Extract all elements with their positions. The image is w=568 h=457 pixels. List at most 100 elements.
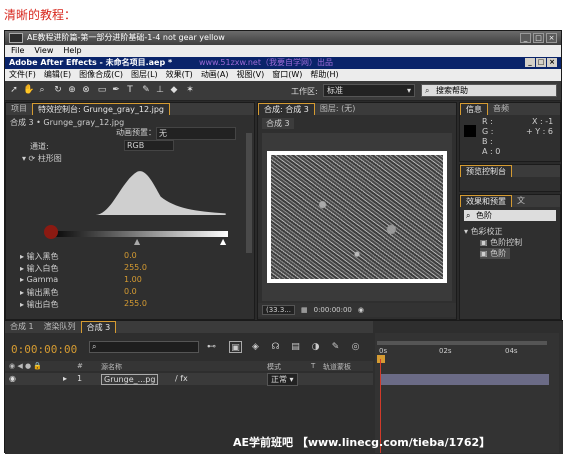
param-row[interactable]: ▸ 输入黑色 [20, 251, 59, 262]
param-value[interactable]: 255.0 [124, 263, 147, 272]
player-menu-help[interactable]: Help [63, 45, 81, 57]
visibility-eye-icon[interactable]: ◉ [9, 374, 16, 383]
expand-arrow-icon[interactable]: ▸ [63, 374, 67, 383]
tab-preview[interactable]: 预览控制台 [460, 165, 512, 177]
selection-tool-icon[interactable]: ➚ [9, 85, 19, 96]
effects-scrollbar[interactable] [246, 133, 252, 253]
input-white-handle-icon[interactable]: ▲ [220, 237, 226, 246]
comp-subtab[interactable]: 合成 3 [262, 118, 294, 129]
ae-minimize-icon[interactable]: _ [525, 58, 535, 67]
param-label: 输出白色 [26, 300, 59, 309]
info-y: + Y : 6 [526, 127, 554, 136]
effect-item[interactable]: ▣ 色阶 [480, 248, 511, 259]
gamma-handle-icon[interactable]: ▲ [134, 237, 140, 246]
input-black-handle-icon[interactable] [44, 225, 58, 239]
menu-edit[interactable]: 编辑(E) [44, 69, 71, 81]
text-tool-icon[interactable]: T [125, 85, 135, 96]
param-value[interactable]: 255.0 [124, 299, 147, 308]
mode-dropdown[interactable]: 正常 ▾ [267, 373, 298, 386]
param-row[interactable]: ▸ 输入白色 [20, 263, 59, 274]
tab-comp-1[interactable]: 合成 1 [5, 321, 39, 333]
param-row[interactable]: ▸ 输出白色 [20, 299, 59, 310]
histogram-toggle[interactable]: ▾ ⟳ 柱形图 [22, 153, 62, 164]
player-menu-view[interactable]: View [34, 45, 53, 57]
preset-dropdown[interactable]: 无 [156, 127, 236, 140]
zoom-tool-icon[interactable]: ⌕ [37, 85, 47, 96]
hide-shy-layers-icon[interactable]: ☊ [269, 341, 282, 353]
tab-effect-controls[interactable]: 特效控制台: Grunge_gray_12.jpg [32, 103, 170, 115]
param-value[interactable]: 0.0 [124, 287, 137, 296]
puppet-tool-icon[interactable]: ✶ [185, 85, 195, 96]
frame-blending-icon[interactable]: ▤ [289, 341, 302, 353]
clone-tool-icon[interactable]: ⊥ [155, 85, 165, 96]
workspace-select[interactable]: 标准 ▾ [323, 84, 415, 97]
ae-close-icon[interactable]: × [547, 58, 557, 67]
param-row[interactable]: ▸ 输出黑色 [20, 287, 59, 298]
tab-render-queue[interactable]: 渲染队列 [39, 321, 81, 333]
menu-window[interactable]: 窗口(W) [272, 69, 302, 81]
zoom-dropdown[interactable]: (33.3... [262, 305, 295, 315]
param-row[interactable]: ▸ Gamma [20, 275, 58, 284]
work-area-bar[interactable] [377, 341, 547, 345]
tab-info[interactable]: 信息 [460, 103, 488, 115]
mask-tool-icon[interactable]: ▭ [97, 85, 107, 96]
comp-viewer[interactable] [262, 133, 452, 301]
effect-label: 色阶 [490, 249, 507, 258]
menu-effect[interactable]: 效果(T) [166, 69, 193, 81]
menu-help[interactable]: 帮助(H) [310, 69, 338, 81]
ae-titlebar: Adobe After Effects - 未命名项目.aep * www.51… [5, 57, 561, 69]
grid-icon[interactable]: ▦ [301, 306, 308, 314]
camera-tool-icon[interactable]: ⊕ [67, 85, 77, 96]
tab-comp-3[interactable]: 合成 3 [80, 321, 117, 333]
brush-tool-icon[interactable]: ✎ [141, 85, 151, 96]
time-indicator-icon[interactable] [377, 355, 385, 363]
effect-item[interactable]: ▣ 色阶控制 [480, 237, 522, 248]
param-value[interactable]: 1.00 [124, 275, 142, 284]
graph-editor-icon[interactable]: ✎ [329, 341, 342, 353]
grunge-texture-image [271, 155, 443, 279]
effects-search-input[interactable]: ⌕ 色阶 [464, 210, 556, 221]
pan-behind-tool-icon[interactable]: ⊗ [81, 85, 91, 96]
effects-group[interactable]: ▾ 色彩校正 [464, 226, 503, 237]
hand-tool-icon[interactable]: ✋ [23, 85, 34, 96]
player-menu-file[interactable]: File [11, 45, 24, 57]
menu-composition[interactable]: 图像合成(C) [79, 69, 123, 81]
minimize-icon[interactable]: _ [520, 33, 531, 43]
camera-icon[interactable]: ◉ [358, 306, 364, 314]
tab-composition[interactable]: 合成: 合成 3 [258, 103, 315, 115]
channel-value: RGB [127, 141, 145, 150]
menu-view[interactable]: 视图(V) [237, 69, 265, 81]
current-time[interactable]: 0:00:00:00 [11, 343, 77, 356]
layer-duration-bar[interactable] [381, 374, 549, 385]
help-search-input[interactable]: ⌕ 搜索帮助 [421, 84, 557, 97]
layer-name[interactable]: Grunge_...pg [101, 374, 159, 385]
layer-search-input[interactable]: ⌕ [89, 341, 199, 353]
live-update-icon[interactable]: ▣ [229, 341, 242, 353]
menu-layer[interactable]: 图层(L) [131, 69, 158, 81]
motion-blur-icon[interactable]: ◑ [309, 341, 322, 353]
eraser-tool-icon[interactable]: ◆ [169, 85, 179, 96]
comp-mini-flowchart-icon[interactable]: ⊷ [205, 341, 218, 353]
pen-tool-icon[interactable]: ✒ [111, 85, 121, 96]
tab-text[interactable]: 文 [512, 195, 530, 207]
ae-restore-icon[interactable]: □ [536, 58, 546, 67]
param-value[interactable]: 0.0 [124, 251, 137, 260]
timecode-display[interactable]: 0:00:00:00 [314, 306, 352, 314]
menu-file[interactable]: 文件(F) [9, 69, 36, 81]
rotate-tool-icon[interactable]: ↻ [53, 85, 63, 96]
table-row[interactable]: ◉ ▸ 1 Grunge_...pg / fx 正常 ▾ [5, 373, 373, 386]
tab-audio[interactable]: 音频 [488, 103, 514, 115]
draft-3d-icon[interactable]: ◈ [249, 341, 262, 353]
zoom-value: (33.3... [266, 306, 291, 314]
brainstorm-icon[interactable]: ◎ [349, 341, 362, 353]
menu-animation[interactable]: 动画(A) [201, 69, 229, 81]
channel-dropdown[interactable]: RGB [124, 140, 174, 151]
maximize-icon[interactable]: □ [533, 33, 544, 43]
fx-switch-icon[interactable]: / fx [175, 374, 188, 383]
info-panel: 信息 音频 R : G : B : A : 0 X : -1 + Y : 6 [459, 102, 561, 162]
tab-effects-presets[interactable]: 效果和预置 [460, 195, 512, 207]
preset-value: 无 [159, 129, 167, 138]
tab-layer[interactable]: 图层: (无) [315, 103, 360, 115]
tab-project[interactable]: 项目 [6, 103, 32, 115]
close-icon[interactable]: × [546, 33, 557, 43]
